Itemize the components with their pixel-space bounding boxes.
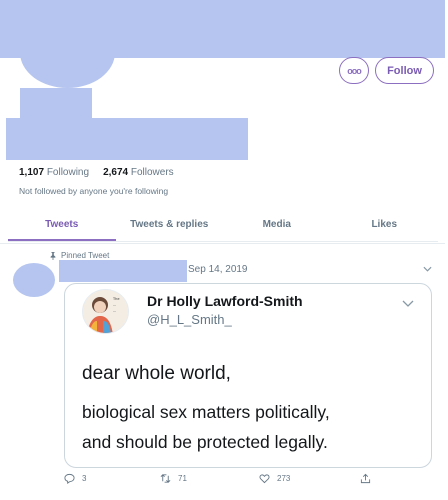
retweet-count: 71 — [178, 474, 187, 483]
share-icon — [360, 473, 371, 484]
not-followed-note: Not followed by anyone you're following — [19, 186, 169, 196]
tweet-menu-chevron-icon[interactable] — [423, 266, 432, 272]
more-options-icon: ooo — [347, 65, 361, 76]
svg-text:...: ... — [113, 309, 116, 313]
share-action[interactable] — [360, 473, 371, 484]
followers-label: Followers — [130, 167, 174, 178]
reply-icon — [64, 473, 75, 484]
tab-likes[interactable]: Likes — [331, 208, 439, 241]
retweet-icon — [160, 474, 171, 483]
following-link[interactable]: 1,107 Following — [19, 167, 89, 178]
retweet-action[interactable]: 71 — [160, 473, 187, 484]
like-action[interactable]: 273 — [259, 473, 290, 484]
pin-icon — [50, 251, 56, 260]
following-count: 1,107 — [19, 167, 45, 178]
pinned-indicator: Pinned Tweet — [49, 251, 109, 260]
tweet-date[interactable]: Sep 14, 2019 — [188, 264, 248, 275]
more-options-button[interactable]: ooo — [339, 57, 369, 84]
tweet-author-avatar[interactable] — [13, 263, 55, 297]
quoted-text-line-1: dear whole world, — [82, 363, 231, 384]
svg-text:The: The — [112, 297, 120, 301]
reply-count: 3 — [82, 474, 87, 483]
quoted-text-line-2: biological sex matters politically, — [82, 402, 330, 422]
quoted-menu-chevron-icon[interactable] — [402, 300, 414, 307]
quoted-author-handle[interactable]: @H_L_Smith_ — [147, 312, 232, 327]
profile-avatar[interactable] — [20, 28, 115, 88]
tab-tweets-replies[interactable]: Tweets & replies — [116, 208, 224, 241]
follow-button[interactable]: Follow — [375, 57, 434, 84]
pinned-label: Pinned Tweet — [61, 251, 110, 260]
quoted-author-avatar[interactable]: The ... ... — [82, 289, 129, 334]
like-count: 273 — [277, 474, 291, 483]
followers-link[interactable]: 2,674 Followers — [103, 167, 174, 178]
handle-bio-redaction — [6, 118, 248, 160]
tweet-author-redaction — [59, 260, 187, 282]
tab-tweets[interactable]: Tweets — [8, 208, 116, 241]
tab-media[interactable]: Media — [223, 208, 331, 241]
reply-action[interactable]: 3 — [64, 473, 86, 484]
quoted-avatar-illustration: The ... ... — [83, 290, 128, 333]
heart-icon — [259, 474, 270, 484]
svg-text:...: ... — [113, 303, 116, 307]
profile-page: ooo Follow 1,107 Following 2,674 Followe… — [0, 0, 448, 500]
display-name-redaction — [20, 88, 92, 118]
quoted-author-name[interactable]: Dr Holly Lawford-Smith — [147, 293, 303, 309]
profile-tabs: Tweets Tweets & replies Media Likes — [8, 208, 438, 242]
followers-count: 2,674 — [103, 167, 129, 178]
follow-stats: 1,107 Following 2,674 Followers — [19, 167, 174, 178]
quoted-text-line-3: and should be protected legally. — [82, 432, 328, 452]
following-label: Following — [46, 167, 90, 178]
tweet-actions: 3 71 273 — [64, 473, 394, 489]
